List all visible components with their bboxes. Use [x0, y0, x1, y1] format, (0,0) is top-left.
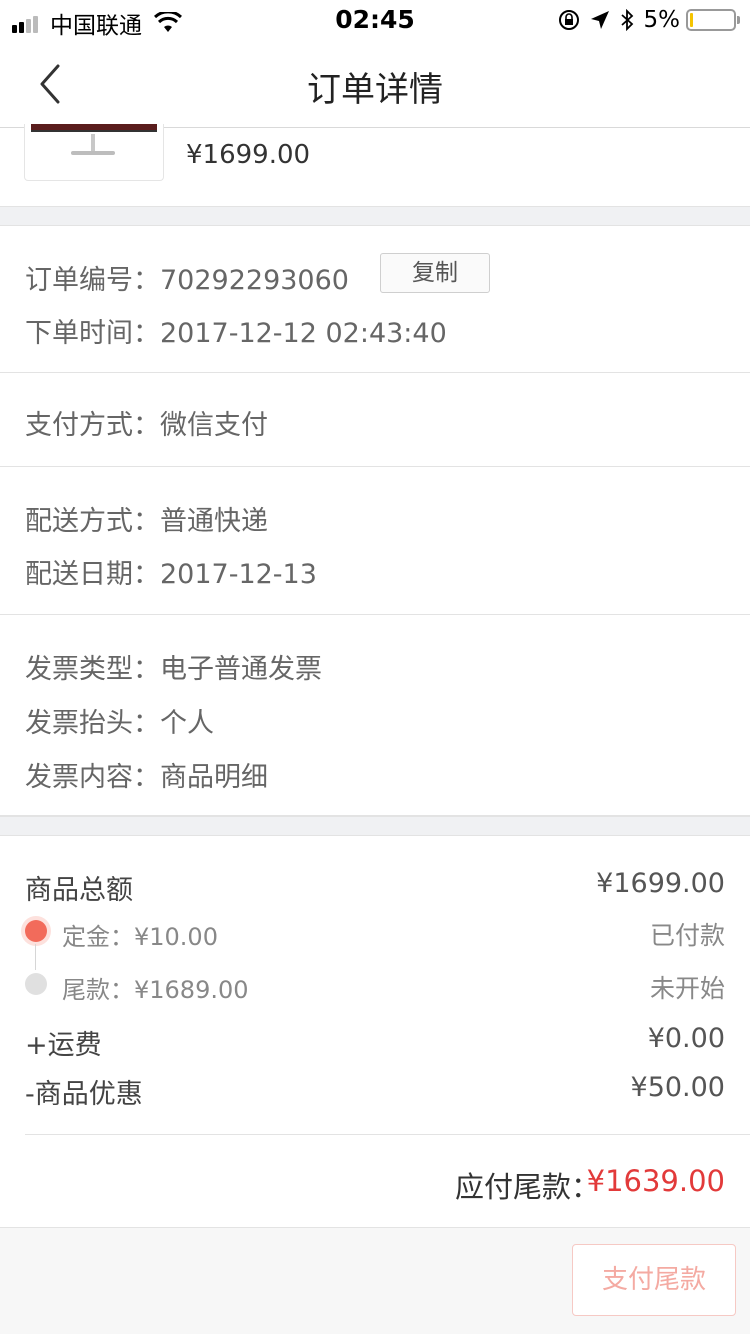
order-info-section: 订单编号：70292293060 复制 下单时间：2017-12-12 02:4…	[0, 226, 750, 373]
order-number-row: 订单编号：70292293060	[25, 258, 349, 297]
rotation-lock-icon	[558, 10, 579, 30]
battery-percent: 5%	[643, 7, 681, 33]
deposit-label: 定金：¥10.00	[62, 923, 218, 951]
delivery-date-value: 2017-12-13	[160, 559, 317, 590]
goods-total-value: ¥1699.00	[596, 868, 725, 899]
invoice-title-value: 个人	[160, 708, 214, 739]
invoice-type-label: 发票类型：	[25, 654, 160, 685]
delivery-method-label: 配送方式：	[25, 506, 160, 537]
order-time-value: 2017-12-12 02:43:40	[160, 318, 447, 349]
balance-label: 尾款：¥1689.00	[62, 976, 249, 1004]
amount-section: 商品总额 ¥1699.00 定金：¥10.00 已付款 尾款：¥1689.00 …	[0, 836, 750, 1227]
due-value: ¥1639.00	[586, 1164, 725, 1198]
shipping-label: +运费	[25, 1030, 102, 1061]
copy-button[interactable]: 复制	[380, 253, 490, 293]
pay-balance-button[interactable]: 支付尾款	[572, 1244, 736, 1316]
shipping-value: ¥0.00	[647, 1023, 725, 1054]
bluetooth-icon	[620, 9, 633, 31]
invoice-type-row: 发票类型：电子普通发票	[25, 647, 322, 686]
payment-section: 支付方式：微信支付	[0, 373, 750, 467]
location-icon	[590, 11, 609, 29]
section-gap	[0, 206, 750, 226]
payment-method-row: 支付方式：微信支付	[25, 403, 268, 442]
section-gap	[0, 816, 750, 836]
invoice-content-label: 发票内容：	[25, 762, 160, 793]
invoice-section: 发票类型：电子普通发票 发票抬头：个人 发票内容：商品明细	[0, 615, 750, 816]
nav-bar: 订单详情	[0, 40, 750, 128]
product-price: ¥1699.00	[186, 140, 311, 170]
page-title: 订单详情	[307, 70, 443, 110]
delivery-date-label: 配送日期：	[25, 559, 160, 590]
delivery-method-value: 普通快递	[160, 506, 268, 537]
balance-status-dot	[25, 973, 47, 995]
payment-method-value: 微信支付	[160, 410, 268, 441]
delivery-date-row: 配送日期：2017-12-13	[25, 552, 317, 591]
deposit-status: 已付款	[649, 921, 725, 950]
invoice-content-row: 发票内容：商品明细	[25, 755, 268, 794]
discount-label: -商品优惠	[25, 1079, 143, 1110]
deposit-status-dot	[25, 920, 47, 942]
goods-total-label: 商品总额	[25, 875, 133, 906]
invoice-title-row: 发票抬头：个人	[25, 701, 214, 740]
invoice-content-value: 商品明细	[160, 762, 268, 793]
invoice-title-label: 发票抬头：	[25, 708, 160, 739]
due-label: 应付尾款：	[454, 1170, 600, 1204]
order-time-label: 下单时间：	[25, 318, 160, 349]
battery-icon	[686, 9, 740, 31]
order-number-label: 订单编号：	[25, 265, 160, 296]
product-summary[interactable]: ¥1699.00	[0, 124, 750, 206]
order-time-row: 下单时间：2017-12-12 02:43:40	[25, 311, 447, 350]
monitor-icon[interactable]	[24, 124, 164, 181]
order-number-value: 70292293060	[160, 265, 349, 296]
balance-status: 未开始	[649, 974, 725, 1003]
delivery-section: 配送方式：普通快递 配送日期：2017-12-13	[0, 467, 750, 615]
status-right: 5%	[558, 7, 740, 33]
status-bar: 中国联通 02:45 5%	[0, 0, 750, 40]
bottom-action-bar: 支付尾款	[0, 1227, 750, 1334]
discount-value: ¥50.00	[630, 1072, 725, 1103]
payment-method-label: 支付方式：	[25, 410, 160, 441]
battery-level	[690, 13, 693, 27]
invoice-type-value: 电子普通发票	[160, 654, 322, 685]
delivery-method-row: 配送方式：普通快递	[25, 499, 268, 538]
step-connector	[35, 944, 36, 970]
divider	[25, 1134, 750, 1135]
